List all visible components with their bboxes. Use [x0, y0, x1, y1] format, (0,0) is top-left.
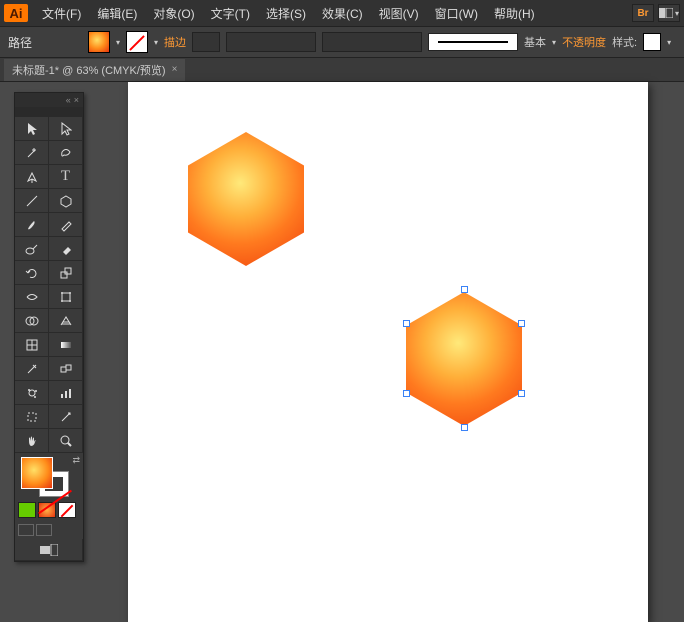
toolbox-grip[interactable] [15, 107, 83, 117]
color-modes [15, 499, 83, 521]
selection-label: 路径 [8, 34, 32, 51]
shape-tool[interactable] [49, 189, 83, 213]
tools-column: « × T [0, 82, 98, 620]
stroke-preview[interactable] [428, 33, 518, 51]
menu-view[interactable]: 视图(V) [371, 2, 427, 25]
stroke-weight-input[interactable] [192, 32, 220, 52]
line-tool[interactable] [15, 189, 49, 213]
bridge-button[interactable]: Br [632, 4, 654, 22]
lasso-tool[interactable] [49, 141, 83, 165]
selection-handle[interactable] [403, 320, 410, 327]
app-logo: Ai [4, 4, 28, 22]
menu-effect[interactable]: 效果(C) [314, 2, 371, 25]
menu-edit[interactable]: 编辑(E) [89, 2, 145, 25]
style-swatch[interactable] [643, 33, 661, 51]
brush-select[interactable] [322, 32, 422, 52]
selection-handle[interactable] [518, 320, 525, 327]
basic-label: 基本 [524, 34, 546, 50]
magic-wand-tool[interactable] [15, 141, 49, 165]
document-tabbar: 未标题-1* @ 63% (CMYK/预览) × [0, 58, 684, 82]
scale-tool[interactable] [49, 261, 83, 285]
options-bar: 路径 ▾ ▾ 描边 基本 ▾ 不透明度 样式: ▾ [0, 26, 684, 58]
stroke-label[interactable]: 描边 [164, 34, 186, 50]
menu-object[interactable]: 对象(O) [145, 2, 202, 25]
column-graph-tool[interactable] [49, 381, 83, 405]
selection-tool[interactable] [15, 117, 49, 141]
artboard[interactable] [128, 82, 648, 622]
menu-type[interactable]: 文字(T) [203, 2, 258, 25]
shape-builder-tool[interactable] [15, 309, 49, 333]
menu-select[interactable]: 选择(S) [258, 2, 314, 25]
fill-stroke-control[interactable]: ⇄ [15, 453, 83, 499]
toolbox: « × T [14, 92, 84, 562]
eyedropper-tool[interactable] [15, 357, 49, 381]
direct-selection-tool[interactable] [49, 117, 83, 141]
hexagon-shape-1[interactable] [188, 132, 304, 266]
tab-close-button[interactable]: × [172, 64, 178, 75]
workspace-icon [659, 8, 673, 18]
screen-modes [15, 521, 83, 539]
color-mode-none[interactable] [58, 502, 76, 518]
screen-mode-icon [40, 544, 58, 556]
mesh-tool[interactable] [15, 333, 49, 357]
free-transform-tool[interactable] [49, 285, 83, 309]
color-mode-solid[interactable] [18, 502, 36, 518]
pen-tool[interactable] [15, 165, 49, 189]
selection-handle[interactable] [461, 286, 468, 293]
pencil-tool[interactable] [49, 213, 83, 237]
stroke-profile-select[interactable] [226, 32, 316, 52]
fill-swatch[interactable] [88, 31, 110, 53]
main-area: « × T [0, 82, 684, 620]
width-tool[interactable] [15, 285, 49, 309]
gradient-tool[interactable] [49, 333, 83, 357]
toolbox-header[interactable]: « × [15, 93, 83, 107]
selection-handle[interactable] [403, 390, 410, 397]
zoom-tool[interactable] [49, 429, 83, 453]
screen-mode-normal[interactable] [18, 524, 34, 536]
eraser-tool[interactable] [49, 237, 83, 261]
style-label: 样式: [612, 34, 637, 50]
artboard-tool[interactable] [15, 405, 49, 429]
hand-tool[interactable] [15, 429, 49, 453]
tab-title: 未标题-1* @ 63% (CMYK/预览) [12, 62, 166, 78]
workspace-switcher[interactable]: ▾ [658, 4, 680, 22]
screen-mode-full[interactable] [36, 524, 52, 536]
opacity-label[interactable]: 不透明度 [562, 34, 606, 50]
menu-file[interactable]: 文件(F) [34, 2, 89, 25]
type-tool[interactable]: T [49, 165, 83, 189]
rotate-tool[interactable] [15, 261, 49, 285]
slice-tool[interactable] [49, 405, 83, 429]
stroke-swatch[interactable] [126, 31, 148, 53]
change-screen-mode[interactable] [15, 539, 83, 561]
symbol-sprayer-tool[interactable] [15, 381, 49, 405]
blend-tool[interactable] [49, 357, 83, 381]
document-tab[interactable]: 未标题-1* @ 63% (CMYK/预览) × [4, 59, 185, 81]
hexagon-shape-2[interactable] [406, 292, 522, 426]
selection-handle[interactable] [518, 390, 525, 397]
blob-brush-tool[interactable] [15, 237, 49, 261]
fill-color-swatch[interactable] [21, 457, 53, 489]
menu-window[interactable]: 窗口(W) [427, 2, 486, 25]
swap-fill-stroke-icon[interactable]: ⇄ [72, 455, 80, 466]
canvas-area[interactable] [98, 82, 684, 620]
menu-help[interactable]: 帮助(H) [486, 2, 543, 25]
paintbrush-tool[interactable] [15, 213, 49, 237]
menubar: Ai 文件(F) 编辑(E) 对象(O) 文字(T) 选择(S) 效果(C) 视… [0, 0, 684, 26]
selection-handle[interactable] [461, 424, 468, 431]
perspective-grid-tool[interactable] [49, 309, 83, 333]
